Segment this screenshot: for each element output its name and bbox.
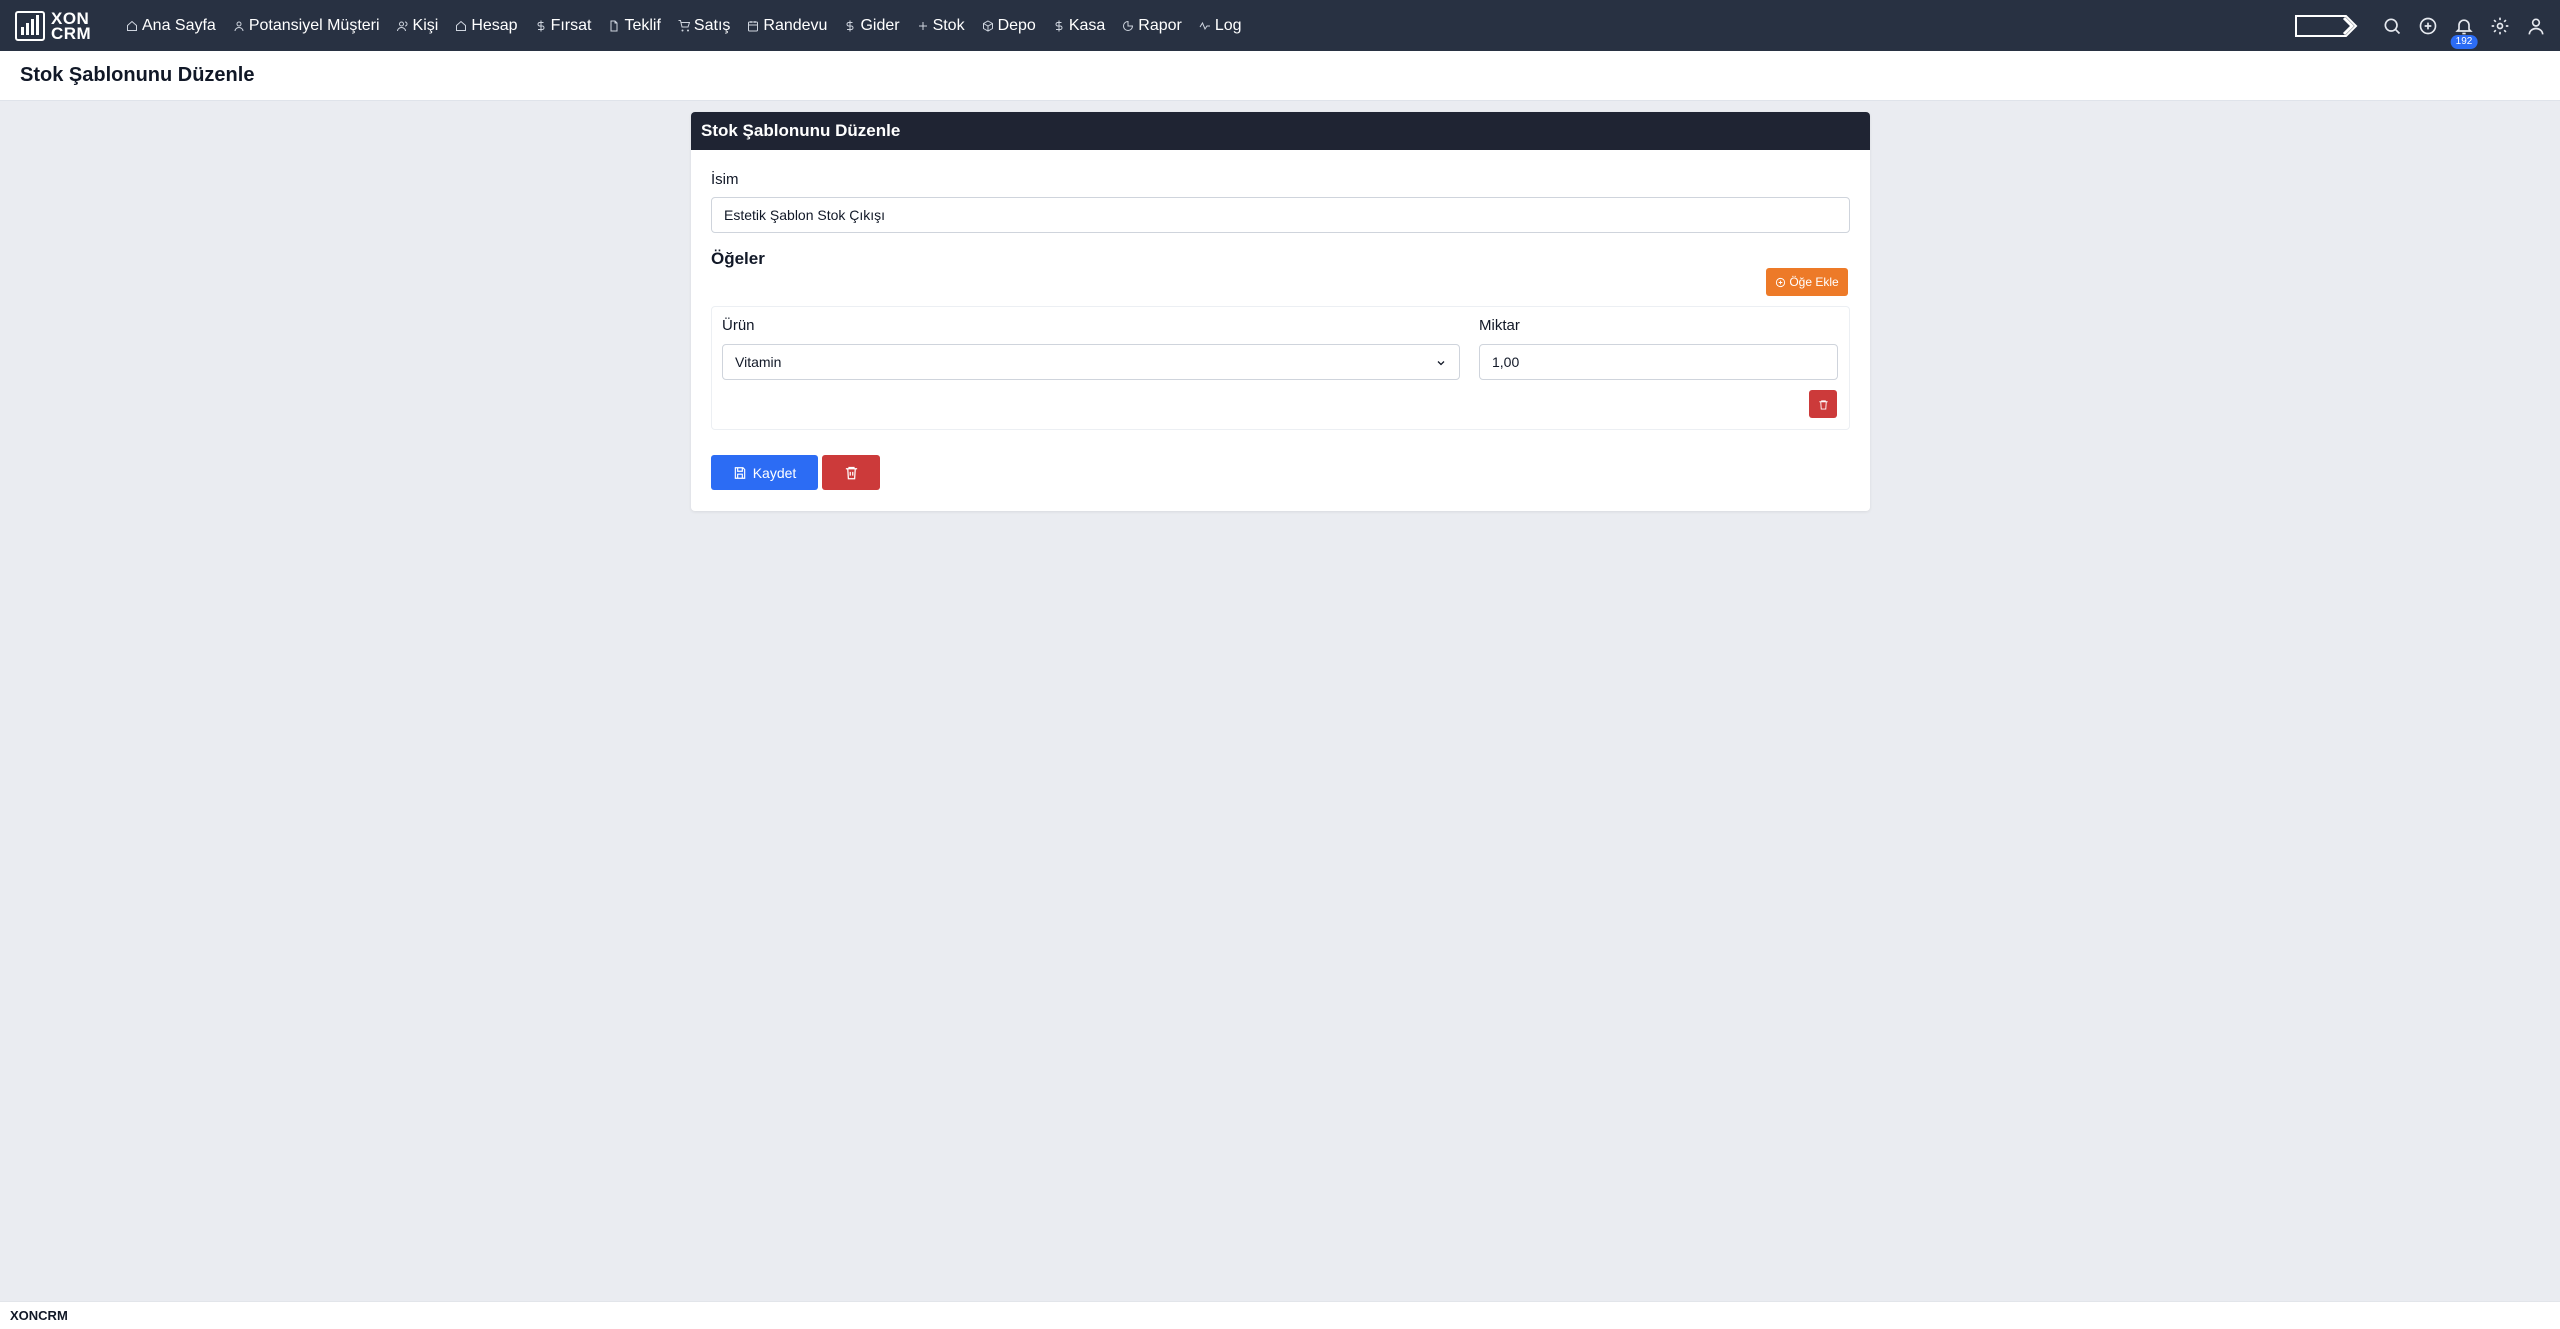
profile-button[interactable] xyxy=(2518,0,2554,51)
logo-text: XON CRM xyxy=(51,8,92,43)
floppy-disk-icon xyxy=(734,466,745,479)
footer: XONCRM xyxy=(0,1301,2560,1329)
chevron-down-icon xyxy=(1435,356,1447,368)
notification-badge: 192 xyxy=(2450,35,2478,49)
logo-chart-icon xyxy=(15,10,45,41)
add-item-button[interactable]: Öğe Ekle xyxy=(1766,268,1848,296)
forward-arrow-button[interactable] xyxy=(2294,14,2358,38)
product-select-value: Vitamin xyxy=(735,354,782,370)
trash-icon xyxy=(845,466,857,480)
trash-icon xyxy=(1818,399,1828,410)
app-logo[interactable]: XON CRM xyxy=(15,8,115,43)
dollar-icon xyxy=(1052,19,1066,33)
card-title: Stok Şablonunu Düzenle xyxy=(691,112,1870,150)
quantity-input[interactable]: 1,00 xyxy=(1479,344,1838,380)
calendar-icon xyxy=(746,19,760,33)
bell-icon xyxy=(2455,18,2473,34)
cart-icon xyxy=(677,19,691,33)
page-header: Stok Şablonunu Düzenle xyxy=(0,51,2560,101)
file-icon xyxy=(607,19,621,33)
nav-item-log[interactable]: Log xyxy=(1198,17,1242,35)
save-button[interactable]: Kaydet xyxy=(711,455,818,490)
remove-item-button[interactable] xyxy=(1809,390,1837,418)
footer-brand: XONCRM xyxy=(10,1308,68,1323)
nav-item-potansiyel-musteri[interactable]: Potansiyel Müşteri xyxy=(232,17,380,35)
dollar-icon xyxy=(843,19,857,33)
nav-item-gider[interactable]: Gider xyxy=(843,17,900,35)
search-icon xyxy=(2384,18,2401,34)
user-icon xyxy=(2528,18,2544,34)
edit-template-card: Stok Şablonunu Düzenle İsim Estetik Şabl… xyxy=(691,112,1870,511)
notifications-button[interactable]: 192 xyxy=(2446,0,2482,51)
plus-circle-icon xyxy=(1776,277,1786,287)
name-label: İsim xyxy=(711,171,739,188)
nav-item-ana-sayfa[interactable]: Ana Sayfa xyxy=(125,17,216,35)
nav-item-firsat[interactable]: Fırsat xyxy=(534,17,591,35)
user-icon xyxy=(232,19,246,33)
nav-right-actions: 192 xyxy=(2294,0,2560,51)
search-button[interactable] xyxy=(2374,0,2410,51)
users-icon xyxy=(396,19,410,33)
quantity-input-value: 1,00 xyxy=(1492,354,1520,370)
product-label: Ürün xyxy=(722,317,755,334)
gear-icon xyxy=(2491,17,2509,34)
nav-item-kasa[interactable]: Kasa xyxy=(1052,17,1105,35)
nav-item-kisi[interactable]: Kişi xyxy=(396,17,438,35)
pie-chart-icon xyxy=(1121,19,1135,33)
page-title: Stok Şablonunu Düzenle xyxy=(20,64,255,86)
arrow-outline-icon xyxy=(2295,14,2358,37)
create-button[interactable] xyxy=(2410,0,2446,51)
box-icon xyxy=(981,19,995,33)
activity-icon xyxy=(1198,19,1212,33)
plus-circle-icon xyxy=(2419,17,2437,34)
product-select[interactable]: Vitamin xyxy=(722,344,1460,380)
settings-button[interactable] xyxy=(2482,0,2518,51)
name-input[interactable]: Estetik Şablon Stok Çıkışı xyxy=(711,197,1850,233)
quantity-label: Miktar xyxy=(1479,317,1520,334)
home-icon xyxy=(125,19,139,33)
nav-item-depo[interactable]: Depo xyxy=(981,17,1036,35)
name-input-value: Estetik Şablon Stok Çıkışı xyxy=(724,207,886,223)
top-navbar: XON CRM Ana Sayfa Potansiyel Müşteri Kiş… xyxy=(0,0,2560,51)
nav-item-randevu[interactable]: Randevu xyxy=(746,17,827,35)
home-icon xyxy=(454,19,468,33)
main-nav: Ana Sayfa Potansiyel Müşteri Kişi Hesap … xyxy=(125,17,1258,35)
plus-icon xyxy=(916,19,930,33)
delete-template-button[interactable] xyxy=(822,455,880,490)
items-section-title: Öğeler xyxy=(711,249,765,268)
nav-item-teklif[interactable]: Teklif xyxy=(607,17,661,35)
nav-item-rapor[interactable]: Rapor xyxy=(1121,17,1182,35)
dollar-icon xyxy=(534,19,548,33)
nav-item-hesap[interactable]: Hesap xyxy=(454,17,518,35)
nav-item-stok[interactable]: Stok xyxy=(916,17,965,35)
nav-item-satis[interactable]: Satış xyxy=(677,17,730,35)
